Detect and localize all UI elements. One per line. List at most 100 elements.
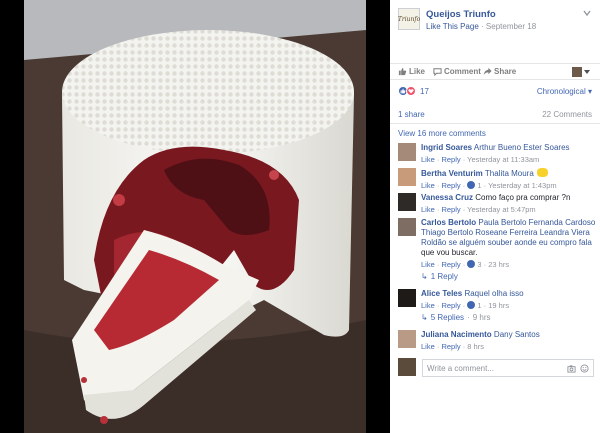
comment-time[interactable]: 19 hrs — [488, 301, 509, 310]
avatar[interactable] — [398, 168, 416, 186]
comment-like-count[interactable]: 3 — [477, 260, 481, 269]
comment-like-link[interactable]: Like — [421, 181, 435, 190]
view-more-comments-link[interactable]: View 16 more comments — [398, 129, 486, 138]
comment-body: Juliana Nacimento Dany Santos Like · Rep… — [421, 330, 596, 352]
comment-time[interactable]: Yesterday at 1:43pm — [488, 181, 557, 190]
comment-reply-link[interactable]: Reply — [441, 155, 460, 164]
avatar[interactable] — [398, 289, 416, 307]
camera-icon[interactable] — [567, 364, 576, 373]
separator-dot: · — [467, 313, 470, 322]
comment-text[interactable]: Roldão se alguém souber aonde eu compro … — [421, 238, 592, 247]
share-button[interactable]: Share — [483, 67, 516, 76]
comment-meta: Like · Reply · Yesterday at 11:33am — [421, 155, 540, 164]
comment-meta: Like · Reply · 1 · Yesterday at 1:43pm — [421, 181, 557, 190]
comment-author[interactable]: Carlos Bertolo — [421, 218, 476, 227]
like-page-link[interactable]: Like This Page — [426, 22, 479, 31]
comment-text[interactable]: Dany Santos — [494, 330, 540, 339]
comment-reply-link[interactable]: Reply — [441, 260, 460, 269]
comment-button[interactable]: Comment — [433, 67, 481, 76]
comment-time[interactable]: 8 hrs — [467, 342, 484, 351]
post-date[interactable]: September 18 — [486, 22, 536, 31]
comment-time[interactable]: Yesterday at 11:33am — [467, 155, 539, 164]
comment-meta: Like · Reply · 8 hrs — [421, 342, 484, 351]
reply-arrow-icon: ↳ — [421, 272, 428, 281]
comment-author[interactable]: Ingrid Soares — [421, 143, 472, 152]
love-reaction-icon — [406, 86, 416, 96]
comment-meta: Like · Reply · 1 · 19 hrs — [421, 301, 510, 310]
comment-author[interactable]: Vanessa Cruz — [421, 193, 473, 202]
comment-reply-link[interactable]: Reply — [441, 301, 460, 310]
share-button-label: Share — [494, 67, 517, 76]
avatar[interactable] — [398, 193, 416, 211]
current-user-avatar — [398, 358, 416, 376]
comment-input-placeholder: Write a comment... — [427, 364, 494, 373]
comment-author[interactable]: Bertha Venturim — [421, 169, 483, 178]
like-button[interactable]: Like — [398, 67, 425, 76]
page-avatar[interactable]: Triunfo — [398, 8, 420, 30]
thumbs-up-icon — [398, 67, 407, 76]
comment-author[interactable]: Alice Teles — [421, 289, 462, 298]
post-header: Triunfo Queijos Triunfo Like This Page ·… — [390, 0, 600, 62]
reply-arrow-icon: ↳ — [421, 313, 428, 322]
comment-like-count[interactable]: 1 — [477, 181, 481, 190]
post-actions-bar: Like Comment Share — [390, 63, 600, 80]
reaction-icons[interactable] — [398, 86, 416, 96]
comment-like-link[interactable]: Like — [421, 301, 435, 310]
comment-reply-link[interactable]: Reply — [441, 342, 460, 351]
act-as-selector[interactable] — [572, 67, 590, 77]
comment-text[interactable]: Arthur Bueno Ester Soares — [474, 143, 570, 152]
comment-order-label: Chronological — [536, 87, 586, 96]
avatar[interactable] — [398, 143, 416, 161]
avatar[interactable] — [398, 330, 416, 348]
comment-button-label: Comment — [444, 67, 481, 76]
comment-text: Como faço pra comprar ?n — [475, 193, 571, 202]
comment-like-link[interactable]: Like — [421, 155, 435, 164]
comment-input[interactable]: Write a comment... — [422, 359, 594, 377]
comment-order-dropdown[interactable]: Chronological ▾ — [537, 87, 592, 96]
share-arrow-icon — [483, 67, 492, 76]
like-button-label: Like — [409, 67, 426, 76]
comment-time[interactable]: 23 hrs — [488, 260, 509, 269]
avatar[interactable] — [398, 218, 416, 236]
comment-text[interactable]: Raquel olha isso — [464, 289, 523, 298]
comment-body: Bertha Venturim Thalita Moura Like · Rep… — [421, 168, 596, 191]
user-mini-avatar — [572, 67, 582, 77]
replies-count: 5 Replies — [430, 313, 465, 322]
comment-like-link[interactable]: Like — [421, 260, 435, 269]
comment-body: Ingrid Soares Arthur Bueno Ester Soares … — [421, 143, 596, 165]
chevron-down-icon[interactable] — [582, 8, 592, 18]
like-count-icon — [467, 181, 476, 189]
like-page-row: Like This Page · September 18 — [426, 22, 536, 31]
like-count-icon — [467, 260, 476, 268]
page-name-link[interactable]: Queijos Triunfo — [426, 9, 496, 20]
comment-like-link[interactable]: Like — [421, 205, 435, 214]
emoji-icon — [537, 168, 549, 177]
comment-text[interactable]: Paula Bertolo Fernanda Cardoso — [478, 218, 595, 227]
comment-text[interactable]: Thiago Bertolo Roseane Ferreira Leandra … — [421, 228, 590, 237]
post-side-panel: Triunfo Queijos Triunfo Like This Page ·… — [390, 0, 600, 433]
comment-text[interactable]: Thalita Moura — [485, 169, 534, 178]
comment-input-tools — [567, 364, 589, 373]
comment-bubble-icon — [433, 68, 442, 76]
comment-meta: Like · Reply · Yesterday at 5:47pm — [421, 205, 536, 214]
reaction-count[interactable]: 17 — [420, 87, 429, 96]
shares-link[interactable]: 1 share — [398, 110, 425, 119]
comment-time[interactable]: Yesterday at 5:47pm — [467, 205, 536, 214]
comment-reply-link[interactable]: Reply — [441, 181, 460, 190]
comment-text: que vou buscar. — [421, 248, 478, 257]
comment-meta: Like · Reply · 3 · 23 hrs — [421, 260, 510, 269]
write-comment-row: Write a comment... — [398, 358, 594, 378]
comment-body: Carlos Bertolo Paula Bertolo Fernanda Ca… — [421, 218, 596, 270]
replies-link[interactable]: ↳ 1 Reply — [421, 272, 458, 281]
replies-link[interactable]: ↳ 5 Replies · 9 hrs — [421, 313, 491, 322]
emoji-picker-icon[interactable] — [580, 364, 589, 373]
comment-reply-link[interactable]: Reply — [441, 205, 460, 214]
comment-body: Vanessa Cruz Como faço pra comprar ?n Li… — [421, 193, 596, 215]
comment-author[interactable]: Juliana Nacimento — [421, 330, 492, 339]
replies-time: 9 hrs — [472, 313, 491, 322]
comment-like-link[interactable]: Like — [421, 342, 435, 351]
comment-count: 22 Comments — [542, 110, 592, 119]
comment-body: Alice Teles Raquel olha isso Like · Repl… — [421, 289, 596, 311]
post-photo[interactable] — [24, 0, 366, 433]
comment-like-count[interactable]: 1 — [477, 301, 481, 310]
